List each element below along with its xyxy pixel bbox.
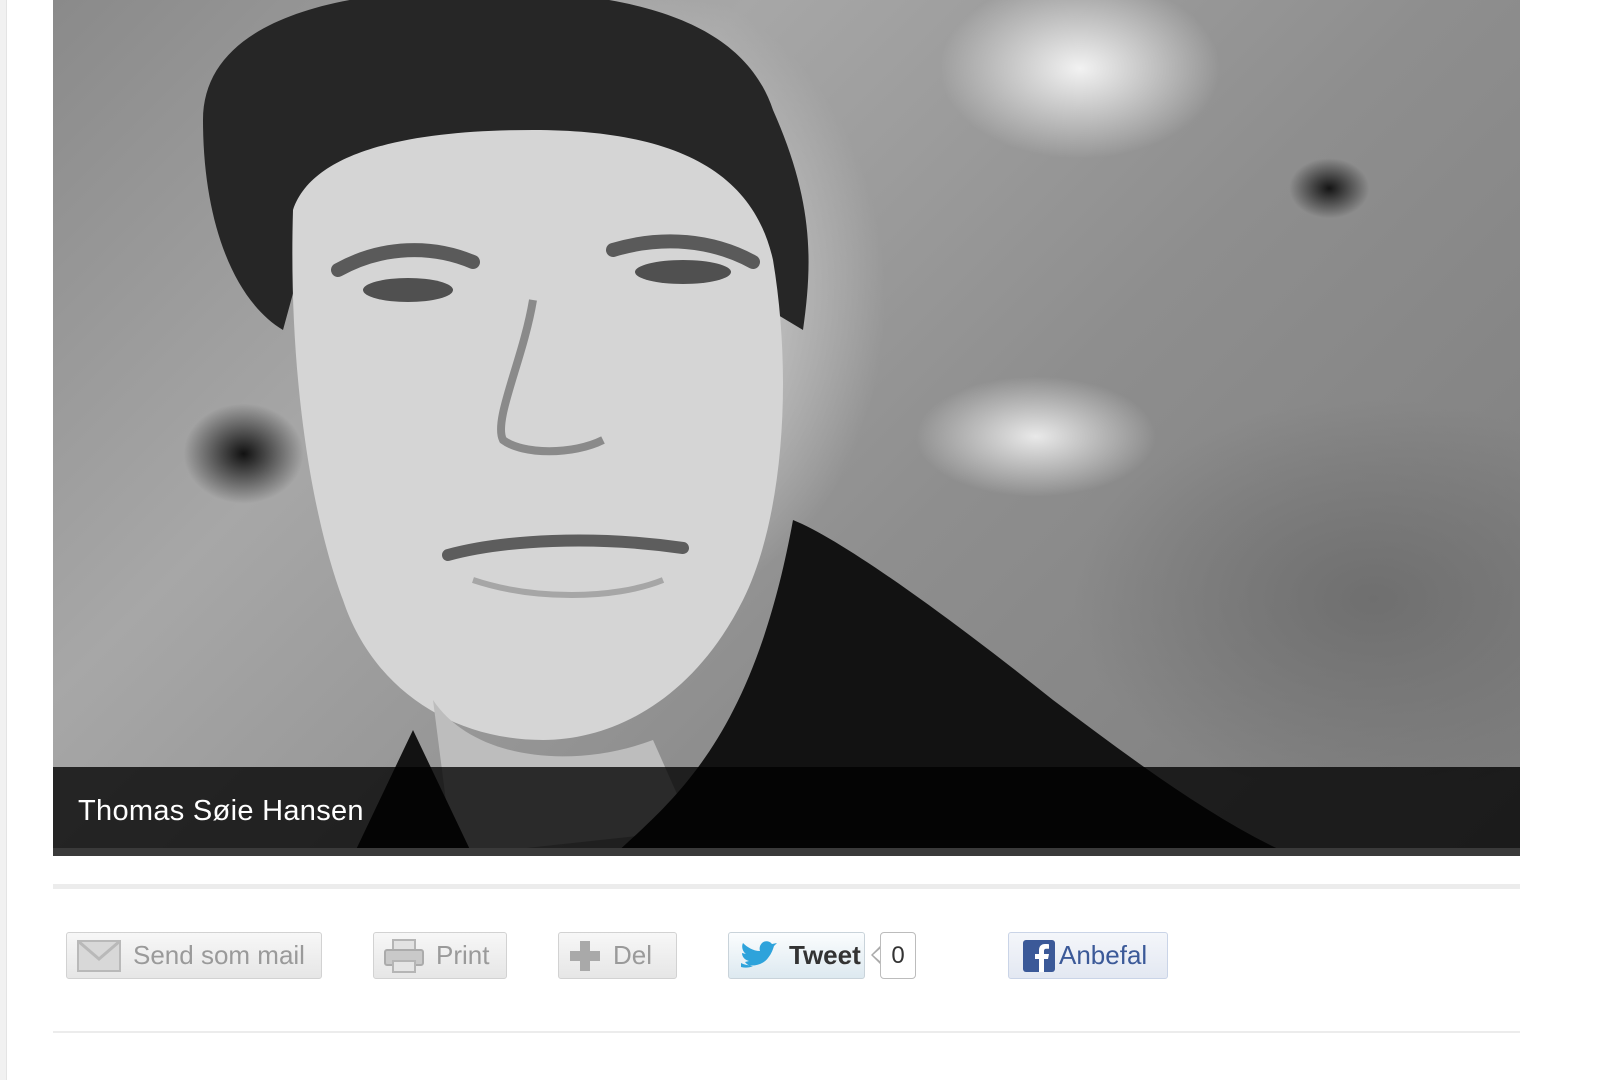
article-photo[interactable]: Thomas Søie Hansen xyxy=(53,0,1520,856)
facebook-recommend-button[interactable]: Anbefal xyxy=(1008,932,1168,979)
envelope-icon xyxy=(77,939,121,972)
tweet-label: Tweet xyxy=(789,940,861,970)
divider-top xyxy=(53,884,1520,889)
tweet-count[interactable]: 0 xyxy=(880,932,916,979)
printer-icon xyxy=(384,938,424,973)
divider-bottom xyxy=(53,1031,1520,1033)
plus-icon xyxy=(569,940,601,972)
face-shape xyxy=(292,130,783,740)
caption-bottom-edge xyxy=(53,848,1520,856)
photo-caption: Thomas Søie Hansen xyxy=(78,795,364,827)
send-as-mail-label: Send som mail xyxy=(133,940,305,970)
print-button[interactable]: Print xyxy=(373,932,507,979)
page-left-border xyxy=(0,0,7,1080)
send-as-mail-button[interactable]: Send som mail xyxy=(66,932,322,979)
facebook-recommend-label: Anbefal xyxy=(1059,940,1148,970)
print-label: Print xyxy=(436,940,490,970)
share-button[interactable]: Del xyxy=(558,932,677,979)
left-eye xyxy=(363,278,453,302)
portrait-image xyxy=(203,0,1293,856)
share-label: Del xyxy=(613,940,653,970)
right-eye xyxy=(635,260,731,284)
twitter-bird-icon xyxy=(739,940,777,971)
facebook-icon xyxy=(1023,939,1055,972)
tweet-button[interactable]: Tweet xyxy=(728,932,865,979)
